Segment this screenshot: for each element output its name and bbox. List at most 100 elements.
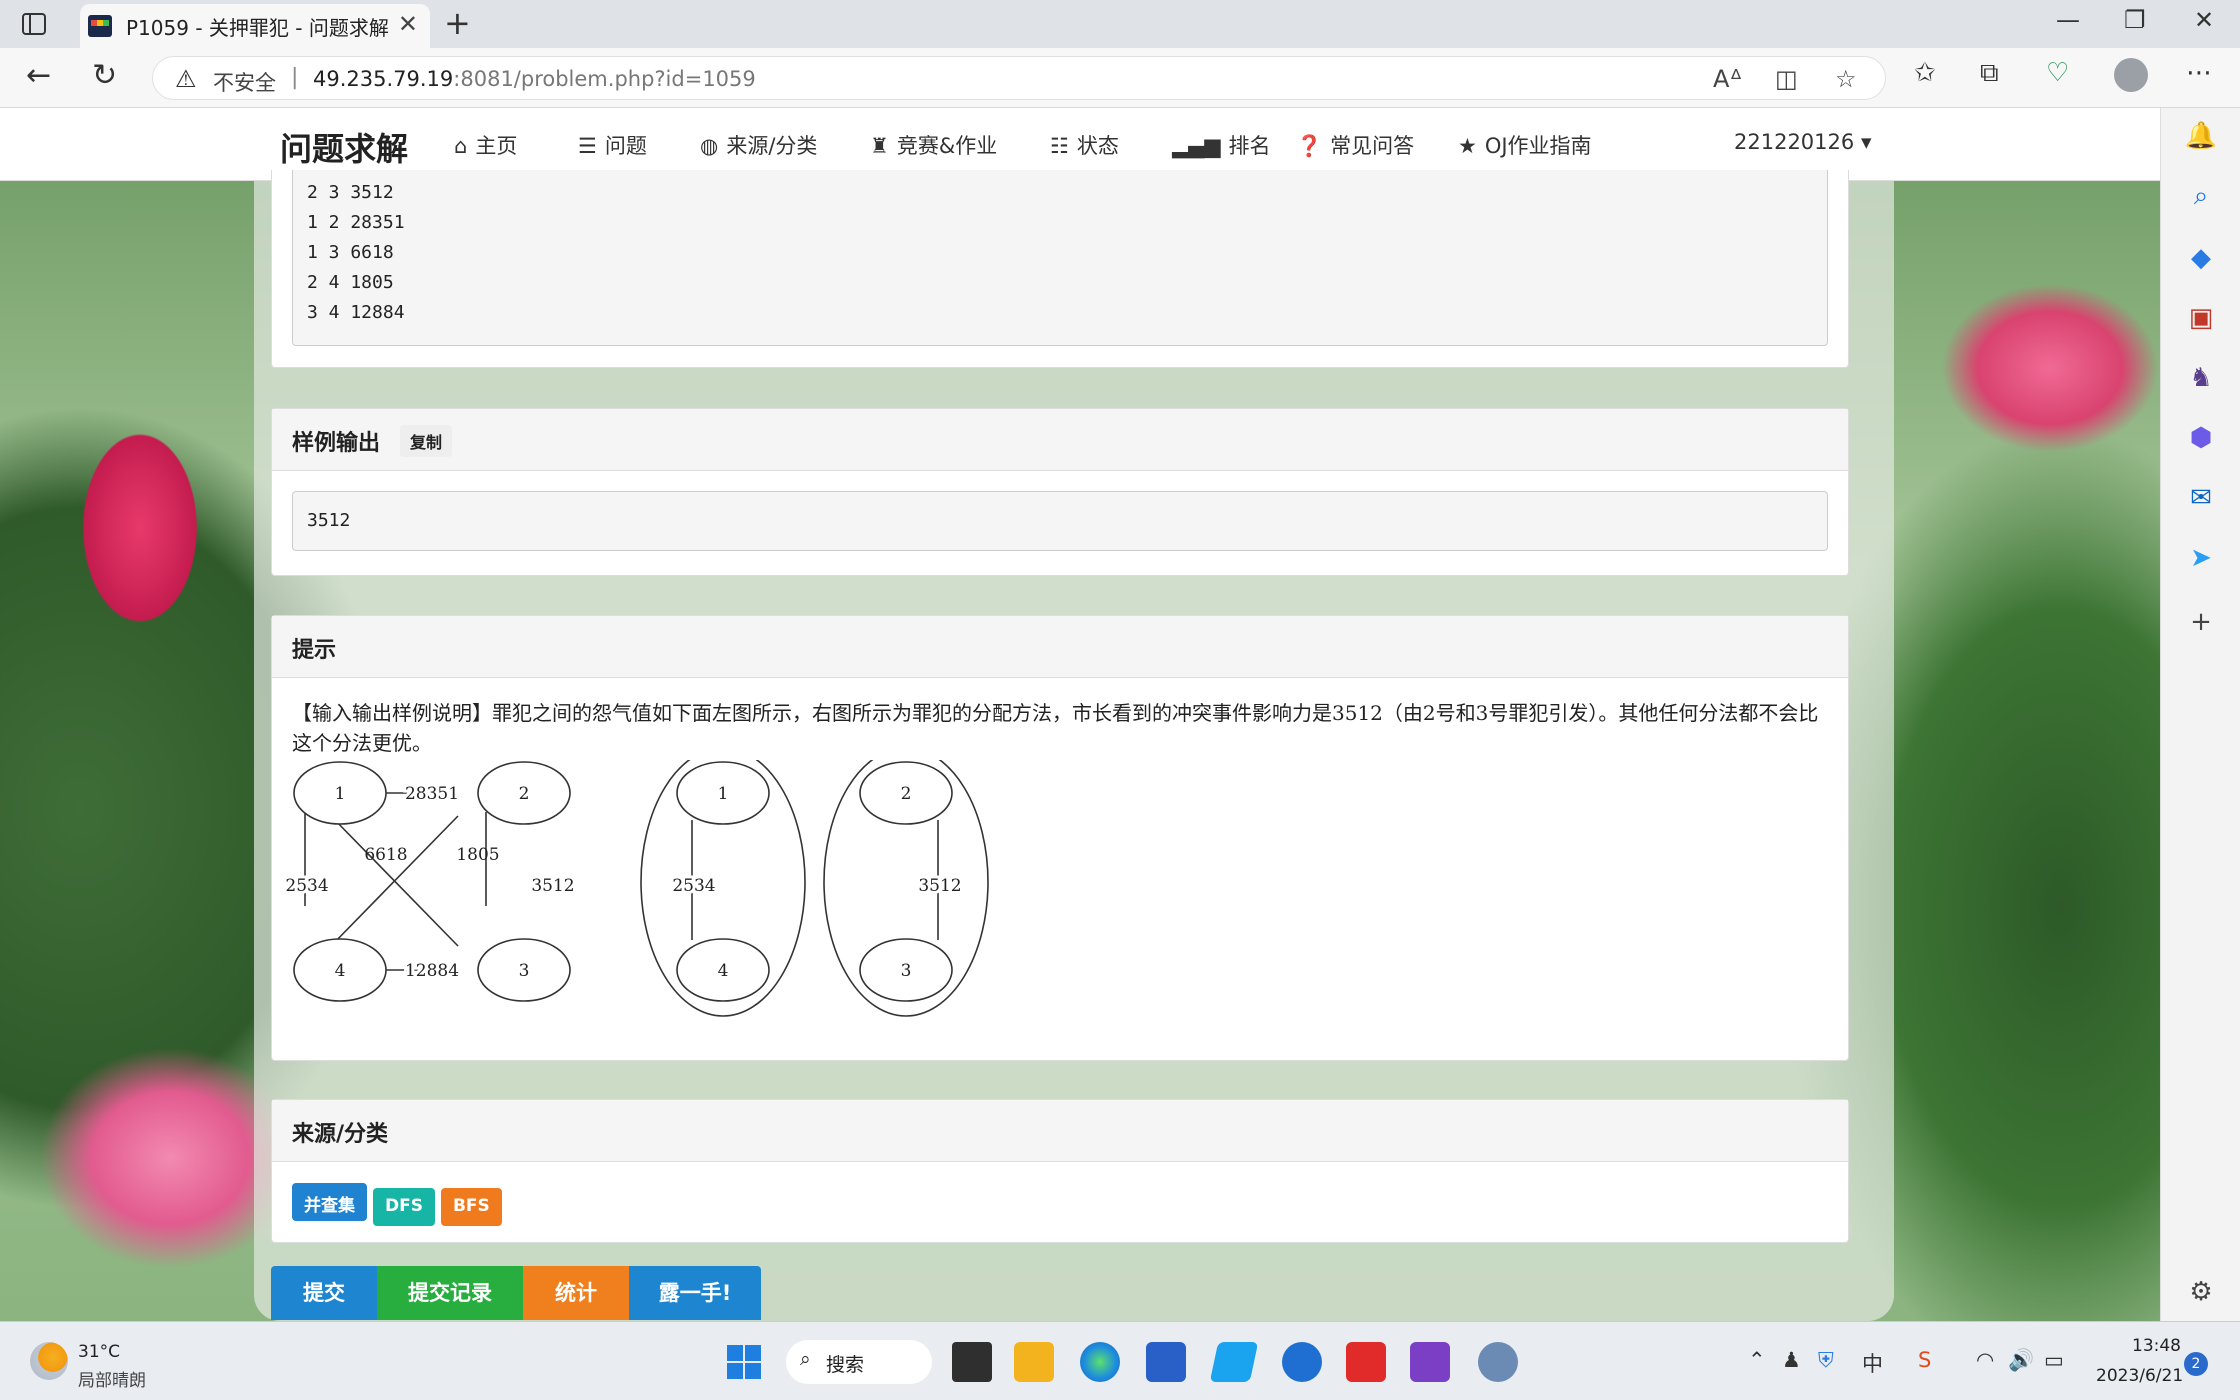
nav-home[interactable]: ⌂ 主页 bbox=[454, 130, 517, 160]
nav-contest[interactable]: ♜ 竞赛&作业 bbox=[870, 130, 997, 160]
back-icon[interactable]: ← bbox=[26, 58, 51, 93]
url-separator: | bbox=[291, 65, 299, 90]
sogou-icon[interactable]: S bbox=[1918, 1348, 1931, 1372]
performance-icon[interactable]: ♡ bbox=[2046, 58, 2069, 88]
show-off-button[interactable]: 露一手! bbox=[629, 1266, 761, 1320]
statistics-button[interactable]: 统计 bbox=[523, 1266, 629, 1320]
clock-time[interactable]: 13:48 bbox=[2132, 1336, 2181, 1356]
read-aloud-icon[interactable]: A͏ᐞ bbox=[1713, 65, 1742, 93]
plus-icon[interactable]: + bbox=[444, 4, 471, 42]
youdao-icon[interactable] bbox=[1346, 1342, 1386, 1382]
list-icon: ☰ bbox=[578, 134, 597, 158]
nav-ranking-label: 排名 bbox=[1228, 134, 1271, 158]
search-icon[interactable]: ⌕ bbox=[2181, 176, 2221, 216]
url-path: :8081/problem.php?id=1059 bbox=[453, 67, 756, 91]
more-icon[interactable]: ⋯ bbox=[2186, 58, 2212, 88]
bell-icon[interactable]: 🔔 bbox=[2181, 116, 2221, 156]
visual-studio-icon[interactable] bbox=[1410, 1342, 1450, 1382]
add-icon[interactable]: + bbox=[2181, 602, 2221, 642]
settings-icon[interactable]: ⚙ bbox=[2181, 1272, 2221, 1312]
collections-icon[interactable]: ⧉ bbox=[1980, 58, 1999, 89]
url-host: 49.235.79.19 bbox=[313, 67, 454, 91]
restore-icon[interactable]: ❐ bbox=[2124, 6, 2146, 34]
weather-desc[interactable]: 局部晴朗 bbox=[78, 1366, 146, 1391]
file-explorer-icon[interactable] bbox=[1014, 1342, 1054, 1382]
ime-indicator[interactable]: 中 bbox=[1862, 1348, 1883, 1378]
weather-icon[interactable] bbox=[30, 1342, 68, 1380]
nav-status[interactable]: ☷ 状态 bbox=[1050, 130, 1119, 160]
submission-records-button[interactable]: 提交记录 bbox=[377, 1266, 523, 1320]
group-node-3: 3 bbox=[901, 961, 912, 981]
hint-text: 【输入输出样例说明】罪犯之间的怨气值如下面左图所示，右图所示为罪犯的分配方法，市… bbox=[272, 678, 1848, 758]
copy-button[interactable]: 复制 bbox=[400, 425, 453, 457]
tag-icon[interactable]: ◆ bbox=[2181, 238, 2221, 278]
split-icon[interactable]: ◫ bbox=[1775, 65, 1798, 93]
battery-icon[interactable]: ▭ bbox=[2044, 1348, 2064, 1372]
nav-guide[interactable]: ★ OJ作业指南 bbox=[1458, 130, 1592, 160]
volume-icon[interactable]: 🔊 bbox=[2008, 1348, 2034, 1373]
chevron-up-icon[interactable]: ⌃ bbox=[1748, 1348, 1766, 1372]
edge-label-13: 6618 bbox=[364, 845, 407, 865]
clock-date[interactable]: 2023/6/21 bbox=[2096, 1366, 2183, 1386]
task-view-icon[interactable] bbox=[952, 1342, 992, 1382]
edge-browser-icon[interactable] bbox=[1080, 1342, 1120, 1382]
notification-badge[interactable]: 2 bbox=[2184, 1352, 2208, 1376]
insecure-label[interactable]: 不安全 bbox=[213, 67, 276, 97]
tab-panel-icon[interactable] bbox=[18, 10, 52, 38]
wifi-icon[interactable]: ◠ bbox=[1976, 1348, 1994, 1372]
chess-icon[interactable]: ♞ bbox=[2181, 358, 2221, 398]
weather-temp[interactable]: 31°C bbox=[78, 1342, 120, 1362]
store-icon[interactable] bbox=[1146, 1342, 1186, 1382]
url-text[interactable]: 49.235.79.19:8081/problem.php?id=1059 bbox=[313, 67, 756, 91]
conflict-graph-figure: 1 2 3 4 28351 6618 1805 2534 3512 12884 … bbox=[286, 760, 989, 1017]
send-icon[interactable]: ➤ bbox=[2181, 538, 2221, 578]
nav-problems-label: 问题 bbox=[604, 134, 647, 158]
group-edge-label-14: 2534 bbox=[672, 876, 715, 896]
favorites-icon[interactable]: ✩ bbox=[1914, 58, 1936, 88]
nav-faq[interactable]: ❓ 常见问答 bbox=[1296, 130, 1414, 160]
disc-app-icon[interactable] bbox=[1478, 1342, 1518, 1382]
url-bar[interactable]: ⚠ 不安全 | 49.235.79.19:8081/problem.php?id… bbox=[152, 56, 1886, 100]
todo-icon[interactable] bbox=[1209, 1342, 1259, 1382]
node-1: 1 bbox=[335, 784, 346, 804]
nav-problems[interactable]: ☰ 问题 bbox=[578, 130, 647, 160]
checklist-icon: ☷ bbox=[1050, 134, 1069, 158]
copilot-icon[interactable]: ⬢ bbox=[2181, 418, 2221, 458]
security-icon[interactable]: ⛨ bbox=[1818, 1348, 1834, 1373]
edge-label-12: 28351 bbox=[405, 784, 459, 804]
source-header: 来源/分类 bbox=[272, 1100, 1848, 1162]
tag-dfs[interactable]: DFS bbox=[373, 1188, 435, 1226]
refresh-icon[interactable]: ↻ bbox=[92, 58, 117, 93]
site-brand[interactable]: 问题求解 bbox=[280, 124, 408, 170]
qq-icon[interactable]: ♟ bbox=[1782, 1348, 1801, 1372]
close-icon[interactable]: ✕ bbox=[398, 10, 418, 38]
user-menu[interactable]: 221220126 ▾ bbox=[1734, 130, 1871, 154]
trophy-icon: ♜ bbox=[870, 134, 889, 158]
sample-input-box: 2 3 3512 1 2 28351 1 3 6618 2 4 1805 3 4… bbox=[292, 170, 1828, 346]
sample-output-panel: 样例输出 复制 3512 bbox=[271, 408, 1849, 576]
sample-output-box: 3512 bbox=[292, 491, 1828, 551]
address-toolbar: ← ↻ ⚠ 不安全 | 49.235.79.19:8081/problem.ph… bbox=[0, 48, 2240, 108]
search-icon: ⌕ bbox=[800, 1348, 811, 1370]
minimize-icon[interactable]: — bbox=[2056, 6, 2080, 34]
browser-tab[interactable]: P1059 - 关押罪犯 - 问题求解 ✕ bbox=[80, 4, 430, 48]
tag-union-find[interactable]: 并查集 bbox=[292, 1183, 367, 1221]
tag-bfs[interactable]: BFS bbox=[440, 1188, 502, 1226]
outlook-icon[interactable]: ✉ bbox=[2181, 478, 2221, 518]
toolbox-icon[interactable]: ▣ bbox=[2181, 298, 2221, 338]
nav-ranking[interactable]: ▂▄▆ 排名 bbox=[1172, 130, 1270, 160]
profile-icon[interactable] bbox=[2114, 58, 2148, 92]
close-window-icon[interactable]: ✕ bbox=[2194, 6, 2214, 34]
caret-down-icon: ▾ bbox=[1860, 130, 1872, 154]
kugou-icon[interactable] bbox=[1282, 1342, 1322, 1382]
taskbar-search[interactable]: ⌕ 搜索 bbox=[786, 1340, 932, 1384]
nav-source-label: 来源/分类 bbox=[726, 134, 818, 158]
sample-input-panel: 2 3 3512 1 2 28351 1 3 6618 2 4 1805 3 4… bbox=[271, 170, 1849, 368]
star-icon[interactable]: ☆ bbox=[1835, 65, 1857, 93]
hint-panel: 提示 【输入输出样例说明】罪犯之间的怨气值如下面左图所示，右图所示为罪犯的分配方… bbox=[271, 615, 1849, 1061]
windows-start-icon[interactable] bbox=[724, 1342, 764, 1382]
submit-button[interactable]: 提交 bbox=[271, 1266, 377, 1320]
username: 221220126 bbox=[1734, 130, 1855, 154]
edge-sidebar: 🔔 ⌕ ◆ ▣ ♞ ⬢ ✉ ➤ + ⚙ bbox=[2160, 108, 2240, 1321]
nav-source[interactable]: ◍ 来源/分类 bbox=[700, 130, 817, 160]
